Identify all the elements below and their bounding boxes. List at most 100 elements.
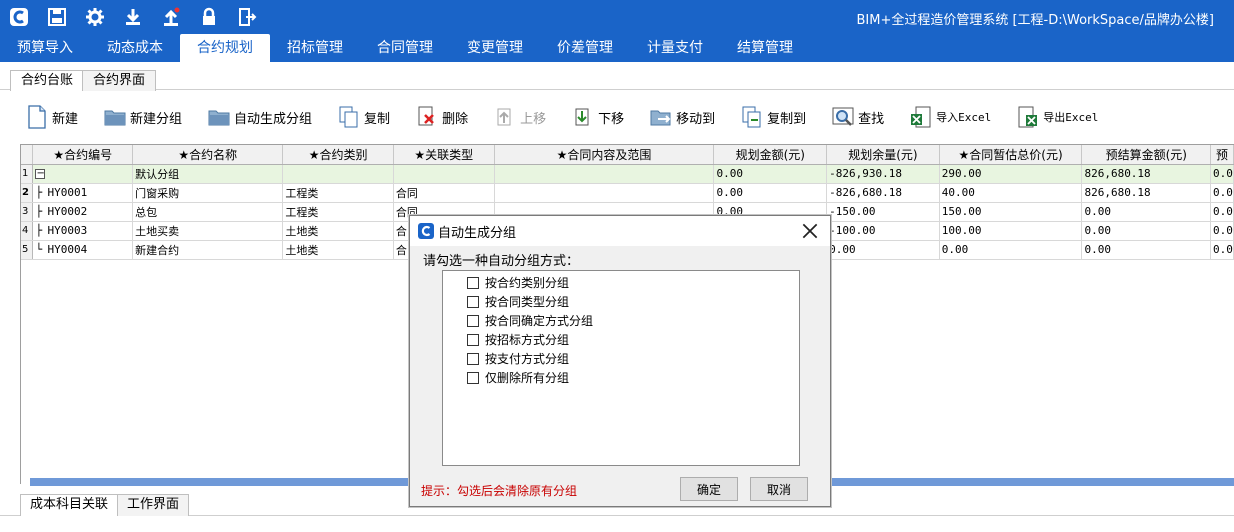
group-row[interactable]: 1 − 默认分组 0.00 -826,930.18 290.00 826,680… [21, 164, 1234, 184]
column-header[interactable]: ★合约类别 [282, 145, 394, 165]
column-header[interactable]: ★合约编号 [32, 145, 134, 165]
new-button[interactable]: 新建 [26, 105, 78, 129]
save-icon[interactable] [38, 0, 76, 34]
cancel-button[interactable]: 取消 [750, 477, 808, 501]
table-cell[interactable]: 826,680.18 [1081, 183, 1212, 203]
column-header[interactable]: 规划余量(元) [826, 145, 940, 165]
table-cell[interactable]: − [32, 164, 134, 184]
import-excel-button[interactable]: 导入Excel [910, 105, 991, 129]
tab-budget-import[interactable]: 预算导入 [0, 34, 90, 62]
app-logo-icon[interactable] [0, 0, 38, 34]
table-cell[interactable]: 0.00 [1081, 240, 1212, 260]
option-delete-all-groups[interactable]: 仅删除所有分组 [467, 369, 569, 386]
option-by-determination-method[interactable]: 按合同确定方式分组 [467, 312, 593, 329]
table-cell[interactable]: 0.0 [1210, 202, 1234, 222]
collapse-toggle[interactable]: − [35, 169, 46, 179]
table-cell[interactable] [282, 164, 394, 184]
table-cell[interactable]: -150.00 [826, 202, 940, 222]
table-cell[interactable]: 新建合约 [132, 240, 284, 260]
table-cell[interactable]: 0.0 [1210, 221, 1234, 241]
checkbox[interactable] [467, 276, 479, 289]
new-group-button[interactable]: 新建分组 [104, 105, 182, 129]
copy-button[interactable]: 复制 [338, 105, 390, 129]
table-cell[interactable]: 合同 [393, 183, 495, 203]
table-cell[interactable]: ├ HY0002 [32, 202, 134, 222]
table-cell[interactable]: 0.00 [826, 240, 940, 260]
download-icon[interactable] [114, 0, 152, 34]
exit-icon[interactable] [228, 0, 266, 34]
close-button[interactable] [800, 219, 824, 243]
checkbox[interactable] [467, 295, 479, 308]
option-by-bidding-method[interactable]: 按招标方式分组 [467, 331, 569, 348]
table-cell[interactable]: 总包 [132, 202, 284, 222]
find-button[interactable]: 查找 [832, 105, 884, 129]
table-cell[interactable]: 工程类 [282, 202, 394, 222]
column-header[interactable]: ★合约名称 [132, 145, 284, 165]
table-cell[interactable]: └ HY0004 [32, 240, 134, 260]
checkbox[interactable] [467, 314, 479, 327]
tab-price-difference[interactable]: 价差管理 [540, 34, 630, 62]
tab-payment[interactable]: 计量支付 [630, 34, 720, 62]
table-cell[interactable]: -100.00 [826, 221, 940, 241]
table-cell[interactable]: 826,680.18 [1081, 164, 1212, 184]
tab-settlement[interactable]: 结算管理 [720, 34, 810, 62]
table-cell[interactable]: 0.00 [939, 240, 1083, 260]
tab-contract-management[interactable]: 合同管理 [360, 34, 450, 62]
table-cell[interactable]: ├ HY0001 [32, 183, 134, 203]
table-cell[interactable]: 门窗采购 [132, 183, 284, 203]
tab-bidding[interactable]: 招标管理 [270, 34, 360, 62]
table-cell[interactable]: ├ HY0003 [32, 221, 134, 241]
move-up-button[interactable]: 上移 [494, 105, 546, 129]
checkbox[interactable] [467, 371, 479, 384]
table-cell[interactable] [494, 183, 715, 203]
export-excel-button[interactable]: 导出Excel [1017, 105, 1098, 129]
table-cell[interactable]: -826,930.18 [826, 164, 940, 184]
option-by-contract-type[interactable]: 按合同类型分组 [467, 293, 569, 310]
tab-cost-subject-link[interactable]: 成本科目关联 [20, 494, 119, 516]
column-header[interactable]: 规划金额(元) [713, 145, 828, 165]
move-to-button[interactable]: 移动到 [650, 105, 715, 129]
table-cell[interactable]: 0.00 [1081, 221, 1212, 241]
table-cell[interactable] [494, 164, 715, 184]
table-cell[interactable]: 0.00 [713, 183, 828, 203]
ok-button[interactable]: 确定 [680, 477, 738, 501]
table-row[interactable]: 2 ├ HY0001 门窗采购 工程类 合同 0.00 -826,680.18 4… [21, 183, 1234, 203]
copy-to-button[interactable]: 复制到 [741, 105, 806, 129]
lock-icon[interactable] [190, 0, 228, 34]
column-header[interactable]: ★关联类型 [393, 145, 495, 165]
table-cell[interactable]: 土地类 [282, 240, 394, 260]
table-cell[interactable]: 土地类 [282, 221, 394, 241]
tab-contract-ledger[interactable]: 合约台账 [10, 70, 85, 91]
column-header[interactable]: ★合同内容及范围 [494, 145, 715, 165]
option-by-payment-method[interactable]: 按支付方式分组 [467, 350, 569, 367]
tab-dynamic-cost[interactable]: 动态成本 [90, 34, 180, 62]
table-cell[interactable]: 0.0 [1210, 240, 1234, 260]
table-cell[interactable]: 土地买卖 [132, 221, 284, 241]
table-cell[interactable]: 0.00 [713, 164, 828, 184]
table-cell[interactable]: -826,680.18 [826, 183, 940, 203]
column-header[interactable]: 预 [1210, 145, 1234, 165]
column-header[interactable]: 预结算金额(元) [1081, 145, 1212, 165]
table-cell[interactable]: 0.00 [1081, 202, 1212, 222]
tab-contract-interface[interactable]: 合约界面 [82, 70, 157, 91]
upload-icon[interactable] [152, 0, 190, 34]
table-cell[interactable]: 40.00 [939, 183, 1083, 203]
tab-change-management[interactable]: 变更管理 [450, 34, 540, 62]
delete-button[interactable]: 删除 [416, 105, 468, 129]
table-cell[interactable]: 工程类 [282, 183, 394, 203]
checkbox[interactable] [467, 352, 479, 365]
table-cell[interactable]: 100.00 [939, 221, 1083, 241]
table-cell[interactable]: 0.0 [1210, 183, 1234, 203]
tab-work-interface[interactable]: 工作界面 [117, 494, 190, 516]
column-header[interactable]: ★合同暂估总价(元) [939, 145, 1083, 165]
gear-icon[interactable] [76, 0, 114, 34]
option-by-contract-category[interactable]: 按合约类别分组 [467, 274, 569, 291]
table-cell[interactable]: 150.00 [939, 202, 1083, 222]
move-down-button[interactable]: 下移 [572, 105, 624, 129]
table-cell[interactable] [393, 164, 495, 184]
table-cell[interactable]: 290.00 [939, 164, 1083, 184]
tab-contract-planning[interactable]: 合约规划 [180, 34, 270, 62]
table-cell[interactable]: 0.0 [1210, 164, 1234, 184]
auto-group-button[interactable]: 自动生成分组 [208, 105, 312, 129]
checkbox[interactable] [467, 333, 479, 346]
